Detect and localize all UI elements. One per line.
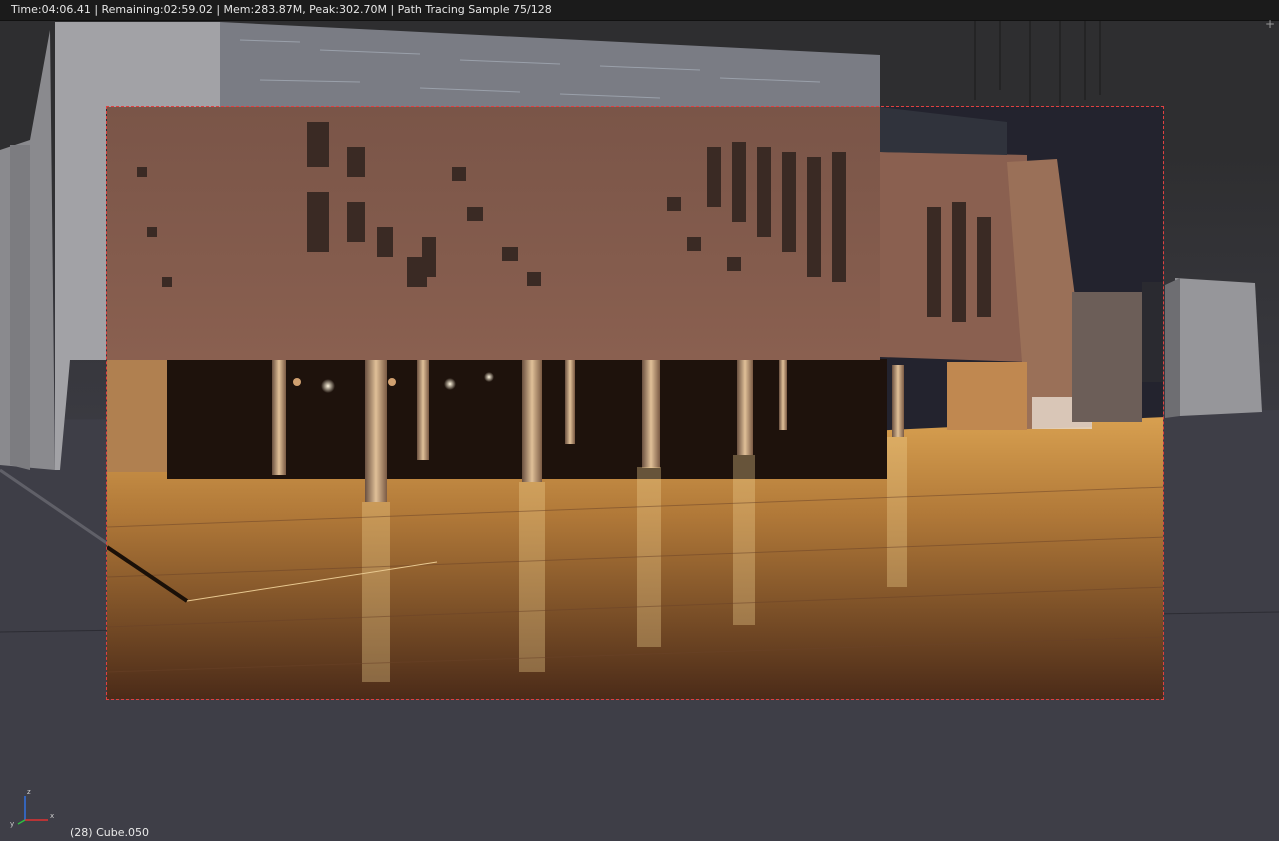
- 3d-viewport[interactable]: Time:04:06.41 | Remaining:02:59.02 | Mem…: [0, 0, 1279, 841]
- render-preview: [107, 107, 1163, 699]
- x-axis-label: x: [50, 812, 54, 820]
- render-status-text: Time:04:06.41 | Remaining:02:59.02 | Mem…: [11, 3, 552, 16]
- right-building-shade: [1165, 278, 1180, 418]
- y-axis-label: y: [10, 820, 14, 828]
- hanging-lines: [974, 20, 1101, 110]
- left-lit-wall: [107, 360, 167, 472]
- z-axis-label: z: [27, 788, 31, 796]
- annex-lit-wall: [947, 362, 1027, 430]
- y-axis-line: [17, 819, 26, 825]
- back-building-facade: [220, 22, 880, 108]
- left-building-low: [10, 145, 30, 470]
- right-building-block: [1175, 278, 1262, 416]
- render-border-region[interactable]: [106, 106, 1164, 700]
- render-status-header: Time:04:06.41 | Remaining:02:59.02 | Mem…: [0, 0, 1279, 21]
- axis-orientation-gizmo: z x y: [10, 788, 54, 828]
- active-object-info: (28) Cube.050: [70, 826, 149, 839]
- far-right-panel: [1142, 282, 1163, 382]
- viewport-split-widget-icon[interactable]: +: [1265, 18, 1275, 30]
- back-low-building: [1072, 292, 1142, 422]
